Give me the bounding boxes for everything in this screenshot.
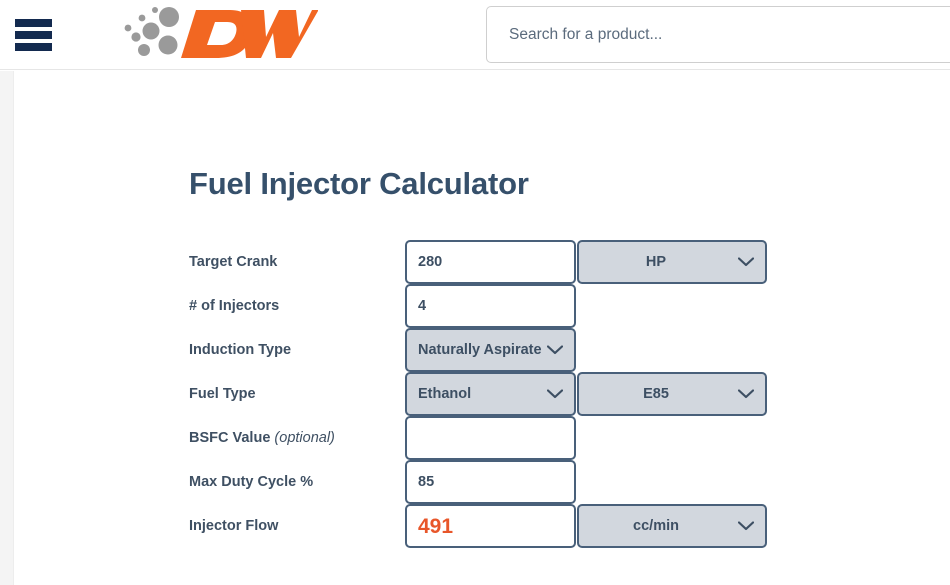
form-row: # of Injectors: [0, 284, 950, 328]
unit-select-target-crank[interactable]: HP: [577, 240, 767, 284]
label-text: Induction Type: [189, 342, 292, 358]
field-wrap-target-crank: [405, 240, 576, 284]
form-row: BSFC Value (optional): [0, 416, 950, 460]
hamburger-bar: [15, 31, 52, 39]
label-text: BSFC Value: [189, 430, 275, 446]
hamburger-menu-icon[interactable]: [15, 19, 52, 51]
select-fuel-type[interactable]: Ethanol: [405, 372, 576, 416]
field-wrap-max-duty-cycle-percent: [405, 460, 576, 504]
input-num-of-injectors[interactable]: [405, 284, 576, 328]
form-row: Injector Flow cc/min: [0, 504, 950, 548]
page-title: Fuel Injector Calculator: [189, 166, 529, 201]
label-text: Target Crank: [189, 254, 278, 270]
input-bsfc-value[interactable]: [405, 416, 576, 460]
label-text: Max Duty Cycle %: [189, 474, 314, 490]
site-header: [0, 0, 950, 70]
label-fuel-type: Fuel Type: [189, 372, 256, 416]
unit-value: cc/min: [633, 518, 679, 534]
select-induction-type[interactable]: Naturally Aspirated: [405, 328, 576, 372]
label-optional-note: (optional): [274, 430, 335, 446]
unit-select-injector-flow[interactable]: cc/min: [577, 504, 767, 548]
label-text: # of Injectors: [189, 298, 280, 314]
label-bsfc-value: BSFC Value (optional): [189, 416, 335, 460]
select-value: Ethanol: [418, 386, 472, 402]
fuel-injector-calculator-form: Target Crank HP # of Injectors Induction Ty…: [0, 240, 950, 548]
chevron-down-icon: [733, 389, 759, 399]
label-injector-flow: Injector Flow: [189, 504, 278, 548]
input-max-duty-cycle-percent[interactable]: [405, 460, 576, 504]
label-max-duty-cycle-percent: Max Duty Cycle %: [189, 460, 313, 504]
chevron-down-icon: [733, 257, 759, 267]
form-row: Fuel Type Ethanol E85: [0, 372, 950, 416]
unit-wrap-target-crank: HP: [577, 240, 767, 284]
dw-logo[interactable]: [118, 4, 318, 66]
form-row: Induction Type Naturally Aspirated: [0, 328, 950, 372]
chevron-down-icon: [733, 521, 759, 531]
product-search[interactable]: [486, 6, 950, 63]
field-wrap-num-of-injectors: [405, 284, 576, 328]
search-input[interactable]: [486, 6, 950, 63]
dw-logo-icon: [124, 7, 318, 58]
form-row: Max Duty Cycle %: [0, 460, 950, 504]
result-injector-flow[interactable]: [405, 504, 576, 548]
field-wrap-bsfc-value: [405, 416, 576, 460]
page-body: Fuel Injector Calculator Target Crank HP #…: [0, 71, 950, 585]
input-target-crank[interactable]: [405, 240, 576, 284]
unit-wrap-fuel-type: E85: [577, 372, 767, 416]
unit-value: HP: [645, 254, 667, 270]
chevron-down-icon: [542, 389, 568, 399]
field-wrap-induction-type: Naturally Aspirated: [405, 328, 576, 372]
field-wrap-fuel-type: Ethanol: [405, 372, 576, 416]
label-num-of-injectors: # of Injectors: [189, 284, 279, 328]
form-row: Target Crank HP: [0, 240, 950, 284]
hamburger-bar: [15, 43, 52, 51]
chevron-down-icon: [542, 345, 568, 355]
label-text: Injector Flow: [189, 518, 279, 534]
label-target-crank: Target Crank: [189, 240, 277, 284]
label-text: Fuel Type: [189, 386, 256, 402]
select-value: Naturally Aspirated: [418, 342, 542, 358]
label-induction-type: Induction Type: [189, 328, 291, 372]
hamburger-bar: [15, 19, 52, 27]
unit-wrap-injector-flow: cc/min: [577, 504, 767, 548]
unit-select-fuel-type[interactable]: E85: [577, 372, 767, 416]
unit-value: E85: [643, 386, 669, 402]
field-wrap-injector-flow: [405, 504, 576, 548]
